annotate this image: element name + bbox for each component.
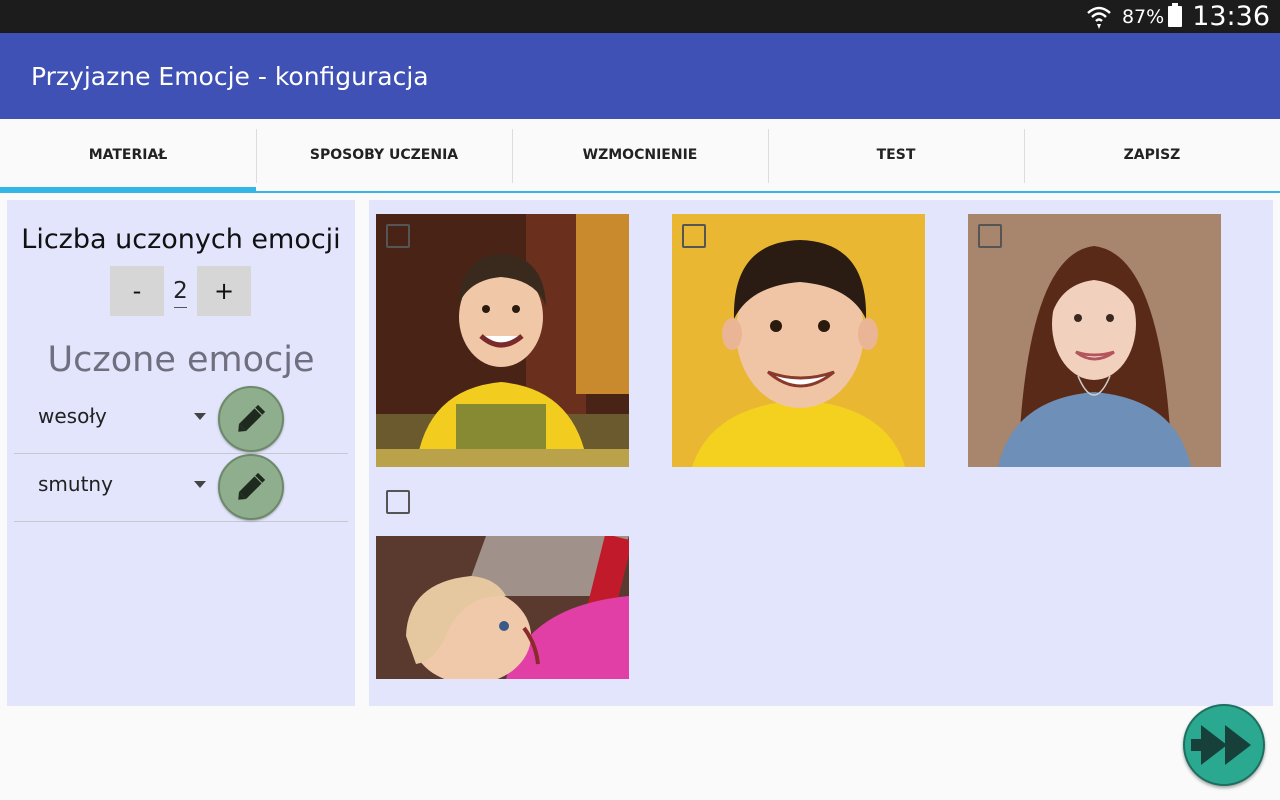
tab-label: WZMOCNIENIE — [582, 147, 698, 163]
tab-test[interactable]: TEST — [768, 119, 1024, 191]
photo-select-checkbox[interactable] — [386, 490, 410, 514]
emotion-row: smutny — [14, 454, 348, 522]
tab-save[interactable]: ZAPISZ — [1024, 119, 1280, 191]
battery-percent: 87% — [1121, 5, 1165, 28]
photo-tile[interactable] — [672, 214, 925, 467]
photo-select-checkbox[interactable] — [978, 224, 1002, 248]
photo-boy-smiling-yellow — [672, 214, 925, 467]
photo-boy-smiling-table — [376, 214, 629, 467]
photo-select-checkbox[interactable] — [682, 224, 706, 248]
dropdown-arrow-icon — [194, 412, 206, 420]
fast-forward-icon — [1191, 725, 1251, 765]
tab-learning-methods[interactable]: SPOSOBY UCZENIA — [256, 119, 512, 191]
emotion-count-value[interactable]: 2 — [164, 278, 197, 308]
edit-emotion-button[interactable] — [218, 386, 284, 452]
pencil-icon — [238, 404, 266, 432]
emotion-count-label: Liczba uczonych emocji — [21, 224, 341, 255]
tab-label: TEST — [876, 147, 916, 163]
pencil-icon — [238, 472, 266, 500]
emotion-settings-panel: Liczba uczonych emocji - 2 + Uczone emoc… — [7, 200, 355, 706]
tab-reinforcement[interactable]: WZMOCNIENIE — [512, 119, 768, 191]
photo-girl-smiling-playground — [376, 536, 629, 679]
tab-bar: MATERIAŁ SPOSOBY UCZENIA WZMOCNIENIE TES… — [0, 119, 1280, 193]
clock: 13:36 — [1192, 1, 1270, 32]
photo-select-checkbox[interactable] — [386, 224, 410, 248]
emotion-count-stepper: - 2 + — [110, 266, 251, 316]
emotion-select[interactable]: wesoły — [38, 400, 206, 432]
next-button[interactable] — [1183, 704, 1265, 786]
emotion-select-value: wesoły — [38, 404, 107, 428]
edit-emotion-button[interactable] — [218, 454, 284, 520]
decrement-button[interactable]: - — [110, 266, 164, 316]
learned-emotions-heading: Uczone emocje — [47, 340, 315, 380]
tab-label: ZAPISZ — [1123, 147, 1181, 163]
photo-tile[interactable] — [376, 214, 629, 467]
status-bar: 87% 13:36 — [0, 0, 1280, 33]
tab-material[interactable]: MATERIAŁ — [0, 119, 256, 193]
photo-tile[interactable] — [968, 214, 1221, 467]
app-title: Przyjazne Emocje - konfiguracja — [31, 61, 429, 91]
dropdown-arrow-icon — [194, 480, 206, 488]
photo-tile[interactable] — [376, 482, 629, 679]
emotion-row: wesoły — [14, 386, 348, 454]
tab-label: SPOSOBY UCZENIA — [309, 147, 459, 163]
wifi-icon — [1087, 6, 1111, 29]
increment-button[interactable]: + — [197, 266, 251, 316]
emotion-select-value: smutny — [38, 472, 113, 496]
photo-woman-smiling — [968, 214, 1221, 467]
tab-label: MATERIAŁ — [88, 147, 168, 163]
app-bar: Przyjazne Emocje - konfiguracja — [0, 33, 1280, 119]
battery-icon — [1168, 3, 1183, 27]
emotion-select[interactable]: smutny — [38, 468, 206, 500]
photo-material-panel — [369, 200, 1273, 706]
